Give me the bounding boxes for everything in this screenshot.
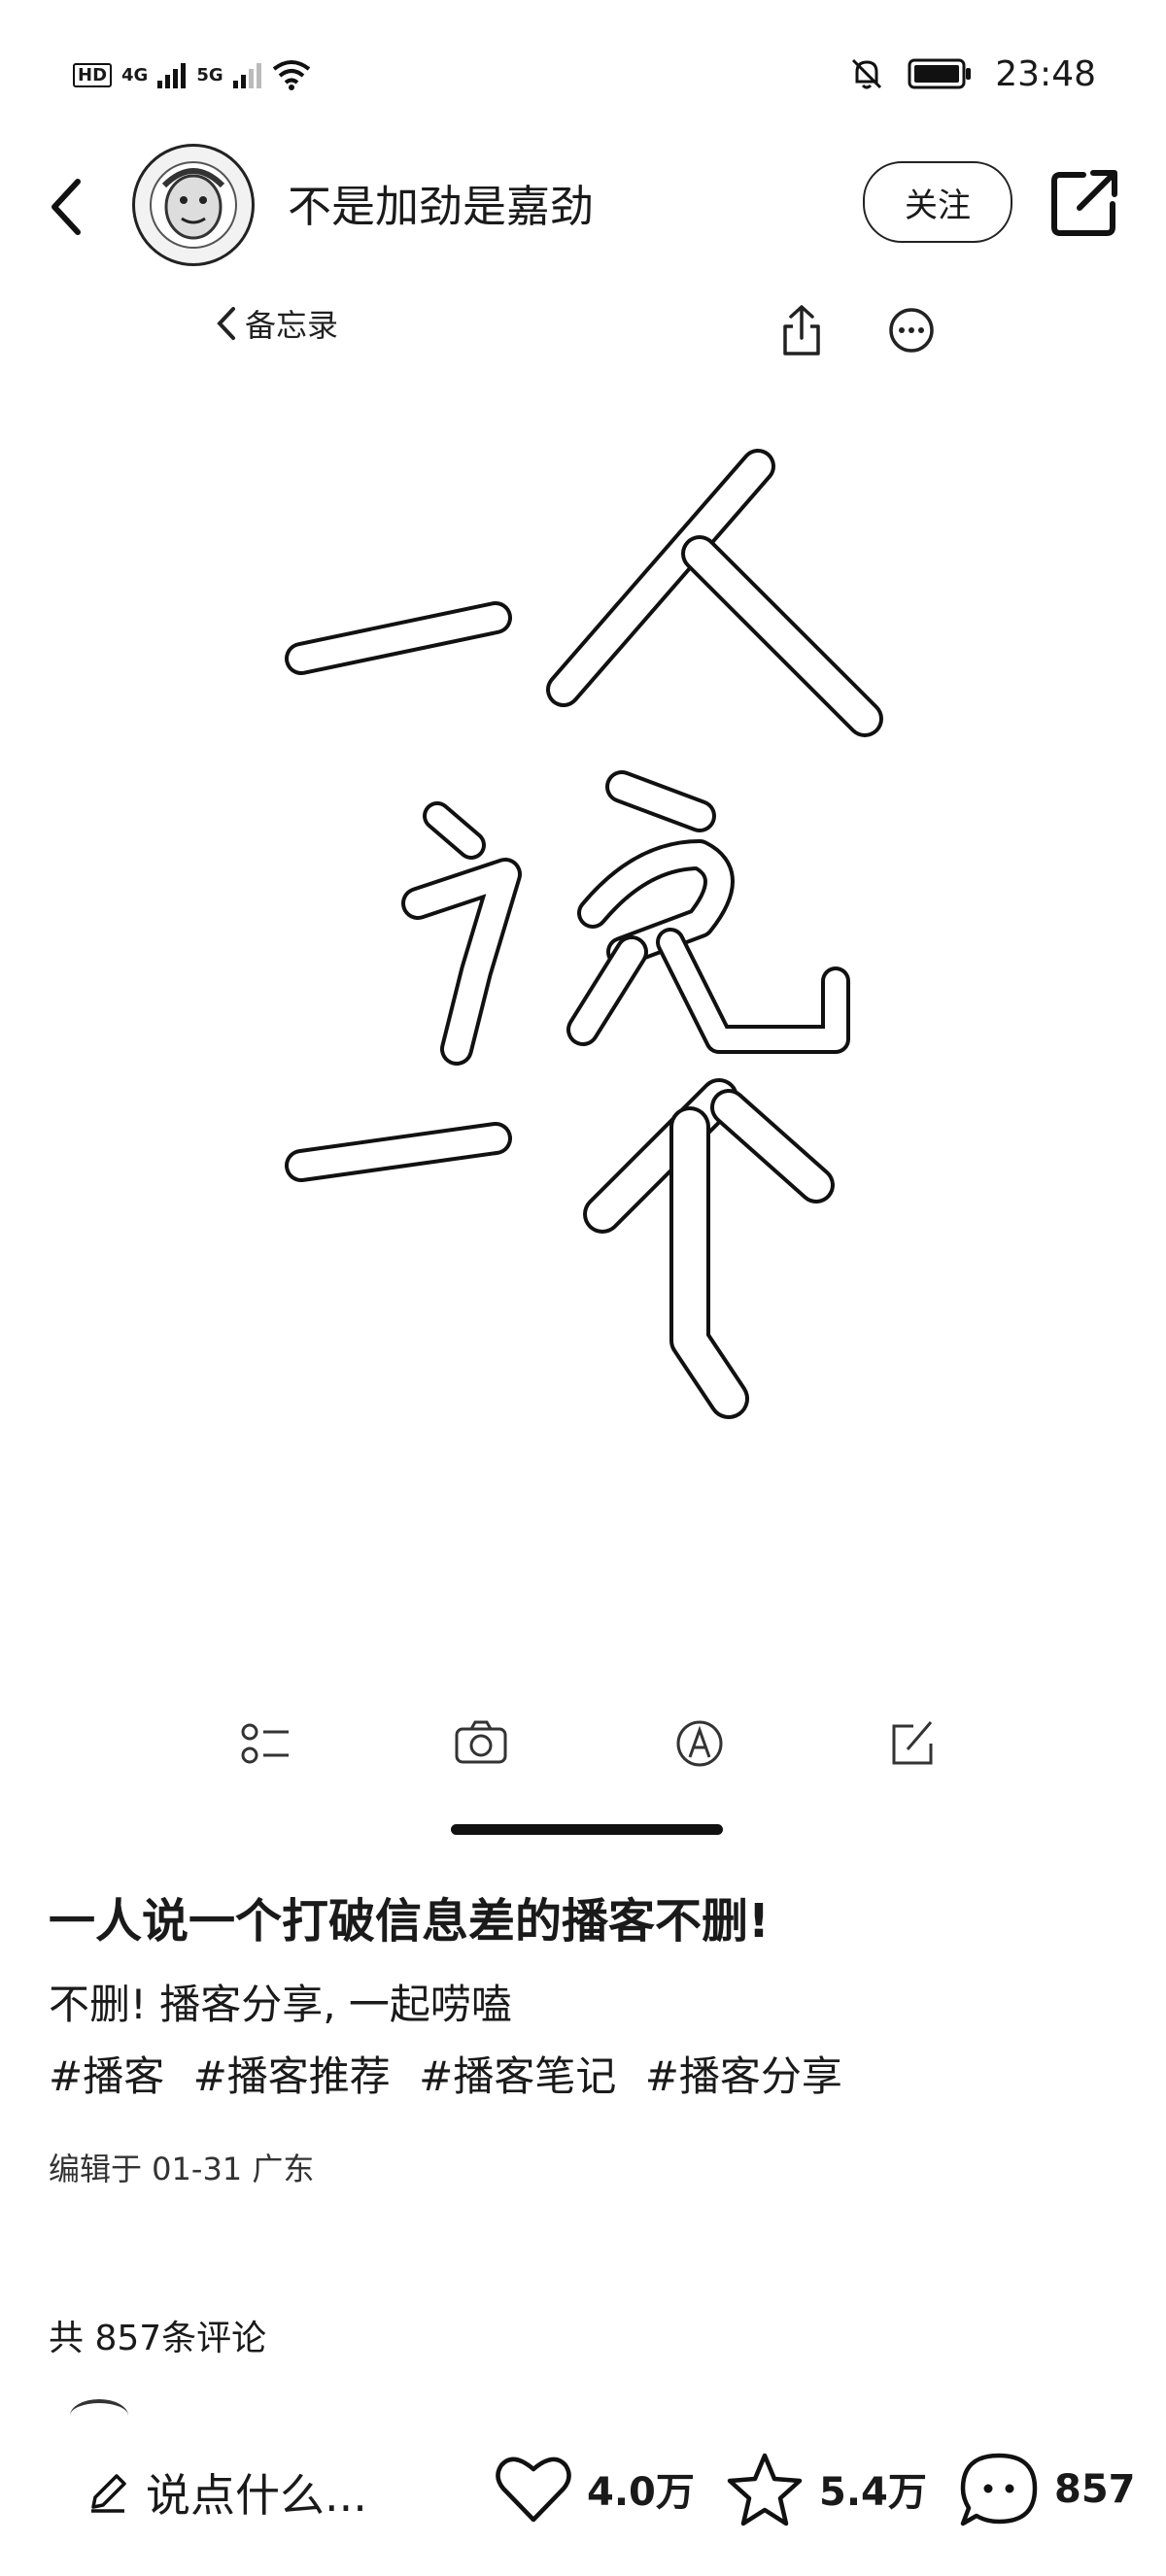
calligraphy-image [285,449,883,1419]
stroke-shuo [401,770,850,1066]
bell-muted-icon [852,58,882,89]
more-icon [889,308,934,353]
chevron-left-icon [217,307,235,340]
status-time: 23:48 [995,53,1096,94]
handwriting-icon[interactable] [670,1714,729,1773]
comment-avatar-peek [70,2399,128,2432]
signal-icon [232,63,261,88]
chevron-left-icon [51,179,81,235]
post-tags: #播客 #播客推荐 #播客笔记 #播客分享 [49,2044,858,2103]
status-bar: HD 4G 5G 23:48 [0,0,1166,146]
tag-link[interactable]: #播客笔记 [419,2052,616,2100]
checklist-icon[interactable] [238,1714,296,1773]
memo-more-button[interactable] [887,306,936,355]
edit-icon[interactable] [884,1714,943,1773]
follow-button[interactable]: 关注 [863,161,1012,243]
camera-icon[interactable] [452,1714,510,1773]
share-external-icon [1051,170,1117,236]
upload-share-icon [783,305,820,356]
memo-share-button[interactable] [777,301,826,359]
comment-icon [960,2453,1038,2526]
share-external-button[interactable] [1045,161,1126,243]
comment-count: 857 [1054,2467,1136,2512]
tag-link[interactable]: #播客分享 [645,2052,842,2100]
favorite-count: 5.4万 [819,2470,927,2515]
author-name[interactable]: 不是加劲是嘉劲 [288,171,594,234]
home-indicator [451,1824,723,1835]
edited-info: 编辑于 01-31 广东 [49,2151,315,2187]
battery-icon [908,58,972,89]
wifi-icon [272,60,310,90]
memo-back-label: 备忘录 [245,307,339,344]
heart-icon [496,2457,571,2523]
memo-back-button[interactable]: 备忘录 [216,301,338,346]
hd-badge: HD [73,62,113,87]
post-description: 不删! 播客分享, 一起唠嗑 [49,1981,512,2028]
stroke-yi-2 [285,1122,512,1182]
back-button[interactable] [37,163,95,251]
favorite-button[interactable]: 5.4万 [724,2450,927,2527]
status-right: 23:48 [849,45,1096,103]
like-button[interactable]: 4.0万 [494,2450,695,2527]
comment-input-button[interactable]: 说点什么... [86,2460,367,2525]
signal-icon [157,63,187,88]
post-title: 一人说一个打破信息差的播客不删! [49,1894,770,1949]
comment-button[interactable]: 857 [957,2450,1136,2529]
network-label-4g: 4G [121,64,149,85]
comments-count-label: 共 857条评论 [49,2319,267,2358]
stroke-yi-1 [285,601,512,675]
network-label-5g: 5G [196,64,223,85]
like-count: 4.0万 [587,2470,695,2515]
pencil-icon [91,2474,126,2513]
tag-link[interactable]: #播客推荐 [193,2052,391,2100]
status-left: HD 4G 5G [73,51,311,99]
comment-input-placeholder: 说点什么... [146,2469,367,2522]
stroke-ge [583,1078,835,1419]
author-avatar[interactable] [132,144,255,266]
tag-link[interactable]: #播客 [49,2052,164,2100]
avatar-image [150,161,237,249]
star-icon [727,2453,803,2526]
stroke-ren [546,449,883,737]
